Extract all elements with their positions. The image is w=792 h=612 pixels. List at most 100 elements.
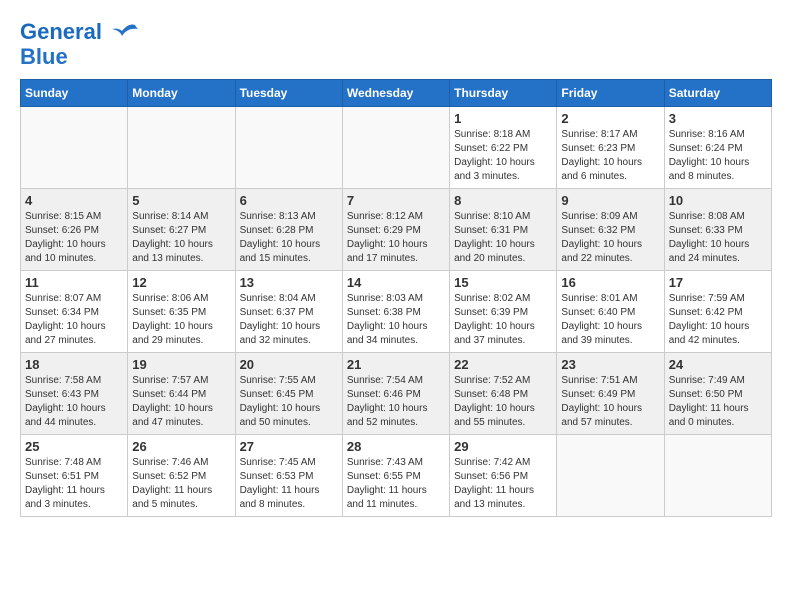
- day-info: Sunrise: 7:42 AM Sunset: 6:56 PM Dayligh…: [454, 456, 552, 512]
- day-number: 14: [347, 275, 445, 290]
- day-info: Sunrise: 7:46 AM Sunset: 6:52 PM Dayligh…: [132, 456, 230, 512]
- calendar-cell: 14 Sunrise: 8:03 AM Sunset: 6:38 PM Dayli…: [342, 271, 449, 353]
- day-info: Sunrise: 7:54 AM Sunset: 6:46 PM Dayligh…: [347, 374, 445, 430]
- calendar-cell: 21 Sunrise: 7:54 AM Sunset: 6:46 PM Dayli…: [342, 353, 449, 435]
- day-info: Sunrise: 8:03 AM Sunset: 6:38 PM Dayligh…: [347, 292, 445, 348]
- day-info: Sunrise: 8:14 AM Sunset: 6:27 PM Dayligh…: [132, 210, 230, 266]
- day-info: Sunrise: 7:58 AM Sunset: 6:43 PM Dayligh…: [25, 374, 123, 430]
- day-number: 2: [561, 111, 659, 126]
- calendar-cell: 24Sunrise: 7:49 AM Sunset: 6:50 PM Dayli…: [664, 353, 771, 435]
- calendar-cell: [235, 107, 342, 189]
- day-info: Sunrise: 7:49 AM Sunset: 6:50 PM Dayligh…: [669, 374, 767, 430]
- calendar-cell: 11 Sunrise: 8:07 AM Sunset: 6:34 PM Dayli…: [21, 271, 128, 353]
- calendar-cell: 25 Sunrise: 7:48 AM Sunset: 6:51 PM Dayli…: [21, 435, 128, 517]
- weekday-header-wednesday: Wednesday: [342, 80, 449, 107]
- day-info: Sunrise: 7:55 AM Sunset: 6:45 PM Dayligh…: [240, 374, 338, 430]
- day-number: 9: [561, 193, 659, 208]
- header-row: SundayMondayTuesdayWednesdayThursdayFrid…: [21, 80, 772, 107]
- calendar-week-4: 18 Sunrise: 7:58 AM Sunset: 6:43 PM Dayli…: [21, 353, 772, 435]
- day-number: 18: [25, 357, 123, 372]
- calendar-cell: 15 Sunrise: 8:02 AM Sunset: 6:39 PM Dayli…: [450, 271, 557, 353]
- day-info: Sunrise: 8:09 AM Sunset: 6:32 PM Dayligh…: [561, 210, 659, 266]
- calendar-cell: 1Sunrise: 8:18 AM Sunset: 6:22 PM Daylig…: [450, 107, 557, 189]
- day-info: Sunrise: 7:45 AM Sunset: 6:53 PM Dayligh…: [240, 456, 338, 512]
- day-info: Sunrise: 8:01 AM Sunset: 6:40 PM Dayligh…: [561, 292, 659, 348]
- day-number: 29: [454, 439, 552, 454]
- day-number: 26: [132, 439, 230, 454]
- weekday-header-monday: Monday: [128, 80, 235, 107]
- calendar-cell: 12Sunrise: 8:06 AM Sunset: 6:35 PM Dayli…: [128, 271, 235, 353]
- day-info: Sunrise: 7:52 AM Sunset: 6:48 PM Dayligh…: [454, 374, 552, 430]
- calendar-cell: [557, 435, 664, 517]
- day-number: 21: [347, 357, 445, 372]
- calendar-cell: 23 Sunrise: 7:51 AM Sunset: 6:49 PM Dayli…: [557, 353, 664, 435]
- calendar-cell: 20 Sunrise: 7:55 AM Sunset: 6:45 PM Dayli…: [235, 353, 342, 435]
- calendar-cell: [128, 107, 235, 189]
- day-number: 8: [454, 193, 552, 208]
- day-number: 6: [240, 193, 338, 208]
- calendar-cell: 16Sunrise: 8:01 AM Sunset: 6:40 PM Dayli…: [557, 271, 664, 353]
- calendar-table: SundayMondayTuesdayWednesdayThursdayFrid…: [20, 79, 772, 517]
- day-number: 19: [132, 357, 230, 372]
- calendar-week-3: 11 Sunrise: 8:07 AM Sunset: 6:34 PM Dayli…: [21, 271, 772, 353]
- weekday-header-sunday: Sunday: [21, 80, 128, 107]
- weekday-header-tuesday: Tuesday: [235, 80, 342, 107]
- calendar-cell: [21, 107, 128, 189]
- calendar-cell: 17 Sunrise: 7:59 AM Sunset: 6:42 PM Dayli…: [664, 271, 771, 353]
- day-number: 17: [669, 275, 767, 290]
- calendar-cell: 10 Sunrise: 8:08 AM Sunset: 6:33 PM Dayli…: [664, 189, 771, 271]
- calendar-cell: 3Sunrise: 8:16 AM Sunset: 6:24 PM Daylig…: [664, 107, 771, 189]
- day-number: 7: [347, 193, 445, 208]
- calendar-cell: 22Sunrise: 7:52 AM Sunset: 6:48 PM Dayli…: [450, 353, 557, 435]
- logo-blue: Blue: [20, 45, 140, 69]
- day-info: Sunrise: 7:43 AM Sunset: 6:55 PM Dayligh…: [347, 456, 445, 512]
- weekday-header-saturday: Saturday: [664, 80, 771, 107]
- day-info: Sunrise: 7:59 AM Sunset: 6:42 PM Dayligh…: [669, 292, 767, 348]
- day-info: Sunrise: 8:08 AM Sunset: 6:33 PM Dayligh…: [669, 210, 767, 266]
- day-info: Sunrise: 8:15 AM Sunset: 6:26 PM Dayligh…: [25, 210, 123, 266]
- weekday-header-friday: Friday: [557, 80, 664, 107]
- calendar-cell: 9 Sunrise: 8:09 AM Sunset: 6:32 PM Daylig…: [557, 189, 664, 271]
- calendar-cell: 28Sunrise: 7:43 AM Sunset: 6:55 PM Dayli…: [342, 435, 449, 517]
- calendar-cell: [342, 107, 449, 189]
- calendar-cell: 27 Sunrise: 7:45 AM Sunset: 6:53 PM Dayli…: [235, 435, 342, 517]
- day-info: Sunrise: 7:57 AM Sunset: 6:44 PM Dayligh…: [132, 374, 230, 430]
- calendar-cell: 18 Sunrise: 7:58 AM Sunset: 6:43 PM Dayli…: [21, 353, 128, 435]
- page-header: General Blue: [20, 20, 772, 69]
- calendar-cell: 5 Sunrise: 8:14 AM Sunset: 6:27 PM Daylig…: [128, 189, 235, 271]
- day-info: Sunrise: 8:10 AM Sunset: 6:31 PM Dayligh…: [454, 210, 552, 266]
- day-number: 3: [669, 111, 767, 126]
- calendar-week-2: 4Sunrise: 8:15 AM Sunset: 6:26 PM Daylig…: [21, 189, 772, 271]
- day-number: 1: [454, 111, 552, 126]
- calendar-cell: 13 Sunrise: 8:04 AM Sunset: 6:37 PM Dayli…: [235, 271, 342, 353]
- day-number: 5: [132, 193, 230, 208]
- logo-text: General: [20, 20, 140, 45]
- day-number: 25: [25, 439, 123, 454]
- calendar-cell: 8 Sunrise: 8:10 AM Sunset: 6:31 PM Daylig…: [450, 189, 557, 271]
- logo: General Blue: [20, 20, 140, 69]
- calendar-cell: [664, 435, 771, 517]
- day-info: Sunrise: 8:07 AM Sunset: 6:34 PM Dayligh…: [25, 292, 123, 348]
- day-info: Sunrise: 8:12 AM Sunset: 6:29 PM Dayligh…: [347, 210, 445, 266]
- day-info: Sunrise: 8:04 AM Sunset: 6:37 PM Dayligh…: [240, 292, 338, 348]
- day-number: 23: [561, 357, 659, 372]
- day-number: 11: [25, 275, 123, 290]
- day-number: 10: [669, 193, 767, 208]
- day-number: 12: [132, 275, 230, 290]
- calendar-cell: 7 Sunrise: 8:12 AM Sunset: 6:29 PM Daylig…: [342, 189, 449, 271]
- calendar-cell: 4Sunrise: 8:15 AM Sunset: 6:26 PM Daylig…: [21, 189, 128, 271]
- day-number: 13: [240, 275, 338, 290]
- day-info: Sunrise: 7:51 AM Sunset: 6:49 PM Dayligh…: [561, 374, 659, 430]
- day-number: 27: [240, 439, 338, 454]
- weekday-header-thursday: Thursday: [450, 80, 557, 107]
- day-number: 15: [454, 275, 552, 290]
- calendar-week-5: 25 Sunrise: 7:48 AM Sunset: 6:51 PM Dayli…: [21, 435, 772, 517]
- day-info: Sunrise: 7:48 AM Sunset: 6:51 PM Dayligh…: [25, 456, 123, 512]
- day-number: 20: [240, 357, 338, 372]
- calendar-cell: 2Sunrise: 8:17 AM Sunset: 6:23 PM Daylig…: [557, 107, 664, 189]
- calendar-cell: 26 Sunrise: 7:46 AM Sunset: 6:52 PM Dayli…: [128, 435, 235, 517]
- day-info: Sunrise: 8:02 AM Sunset: 6:39 PM Dayligh…: [454, 292, 552, 348]
- calendar-cell: 19 Sunrise: 7:57 AM Sunset: 6:44 PM Dayli…: [128, 353, 235, 435]
- calendar-cell: 6Sunrise: 8:13 AM Sunset: 6:28 PM Daylig…: [235, 189, 342, 271]
- calendar-cell: 29 Sunrise: 7:42 AM Sunset: 6:56 PM Dayli…: [450, 435, 557, 517]
